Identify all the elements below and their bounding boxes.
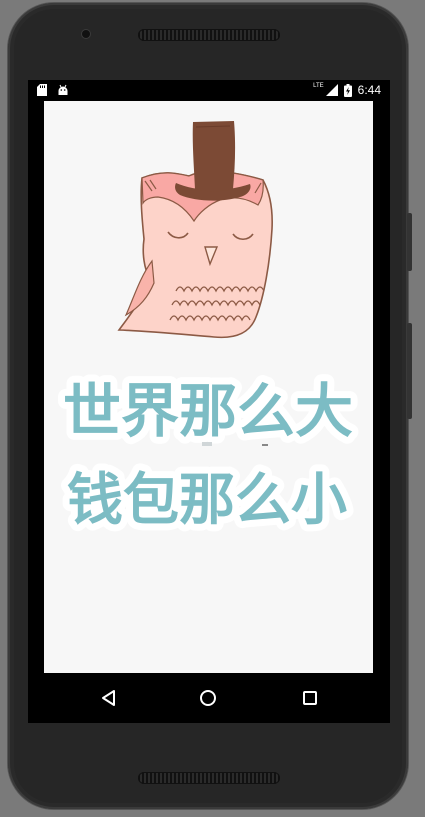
network-type: LTE [313, 83, 324, 89]
slogan-line-2-art: 钱包那么小 [60, 461, 354, 540]
battery-charging-icon [343, 83, 352, 97]
device-screen: LTE 6:44 世界那么大 钱包那么小 [28, 80, 390, 723]
navigation-bar [28, 673, 390, 723]
top-speaker [138, 29, 280, 41]
decor-dash [202, 442, 212, 446]
top-hat-illustration [175, 121, 251, 201]
status-time: 6:44 [357, 83, 381, 97]
slogan-line-2: 钱包那么小 [67, 468, 347, 533]
volume-button[interactable] [407, 323, 412, 419]
sd-card-icon [37, 84, 47, 96]
back-button[interactable] [95, 684, 123, 712]
front-camera [82, 30, 90, 38]
status-bar: LTE 6:44 [28, 80, 390, 101]
slogan-line-1: 世界那么大 [63, 377, 353, 445]
recents-button[interactable] [296, 684, 324, 712]
home-button[interactable] [194, 684, 222, 712]
android-icon [58, 84, 68, 95]
splash-artwork: 世界那么大 钱包那么小 [56, 121, 360, 540]
power-button[interactable] [407, 213, 412, 271]
slogan-line-1-art: 世界那么大 [56, 370, 360, 452]
decor-dash [262, 444, 268, 446]
bottom-speaker [138, 772, 280, 784]
splash-screen: 世界那么大 钱包那么小 [44, 101, 373, 673]
signal-icon [325, 84, 338, 96]
